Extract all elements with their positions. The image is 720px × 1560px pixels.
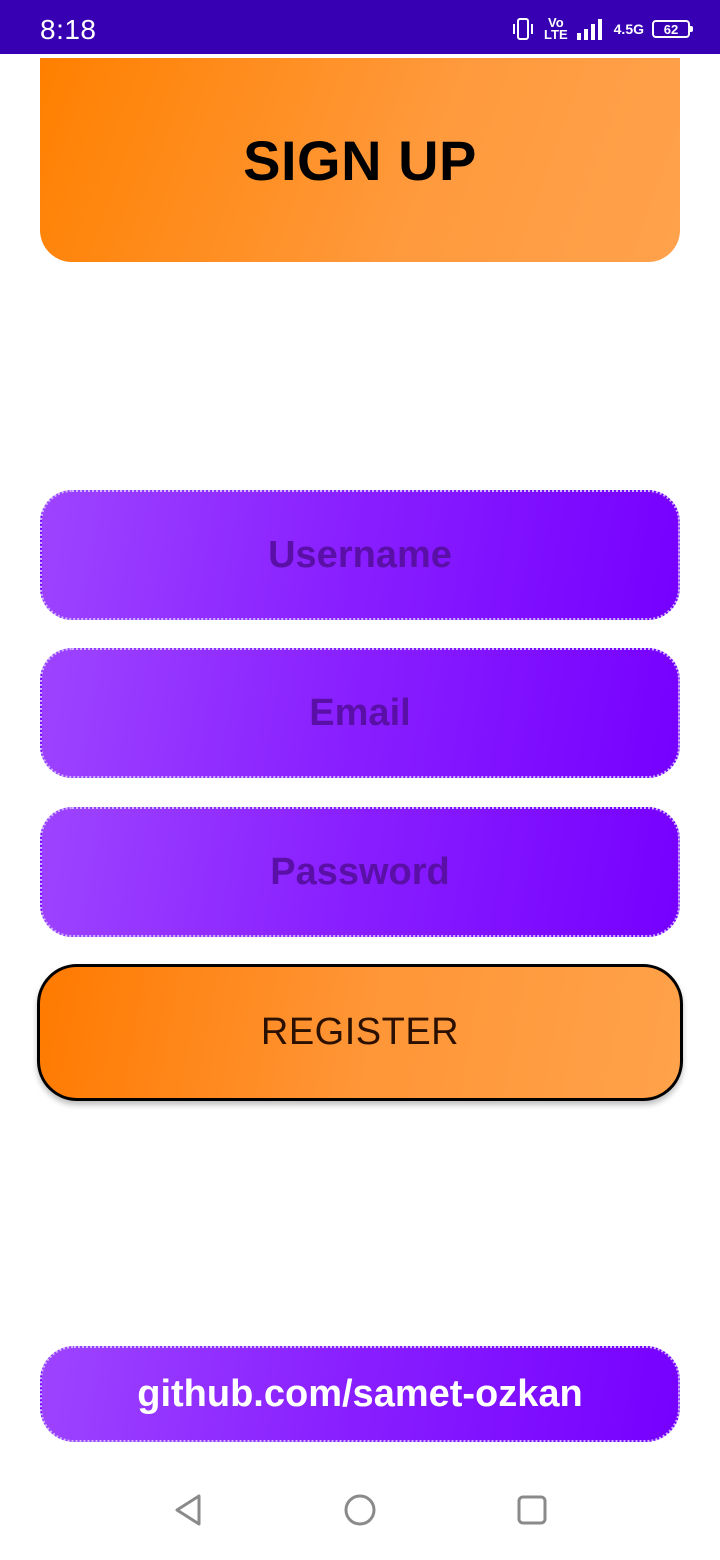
battery-level: 62 bbox=[663, 21, 679, 37]
status-bar: 8:18 Vo LTE 4.5G 62 bbox=[0, 0, 720, 54]
back-icon bbox=[175, 1494, 201, 1526]
navigation-bar bbox=[0, 1460, 720, 1560]
home-icon bbox=[344, 1494, 376, 1526]
github-link-text: github.com/samet-ozkan bbox=[137, 1372, 583, 1415]
back-button[interactable] bbox=[161, 1482, 217, 1538]
password-input[interactable] bbox=[42, 809, 678, 935]
password-field[interactable] bbox=[40, 807, 680, 937]
network-type-label: 4.5G bbox=[613, 21, 644, 37]
vibrate-icon bbox=[510, 16, 536, 42]
recents-icon bbox=[517, 1495, 547, 1525]
lte-label: LTE bbox=[544, 27, 568, 42]
github-link[interactable]: github.com/samet-ozkan bbox=[40, 1346, 680, 1442]
header-card: SIGN UP bbox=[40, 58, 680, 262]
username-field[interactable] bbox=[40, 490, 680, 620]
page-title: SIGN UP bbox=[243, 128, 477, 192]
status-icons: Vo LTE 4.5G 62 bbox=[510, 14, 693, 44]
recents-button[interactable] bbox=[504, 1482, 560, 1538]
email-input[interactable] bbox=[42, 650, 678, 776]
status-time: 8:18 bbox=[40, 14, 97, 45]
register-button[interactable]: REGISTER bbox=[37, 964, 683, 1101]
volte-icon: Vo LTE bbox=[544, 16, 568, 42]
home-button[interactable] bbox=[332, 1482, 388, 1538]
register-label: REGISTER bbox=[260, 1011, 460, 1053]
signal-icon bbox=[576, 17, 606, 41]
email-field[interactable] bbox=[40, 648, 680, 778]
username-input[interactable] bbox=[42, 492, 678, 618]
battery-icon: 62 bbox=[652, 20, 693, 38]
